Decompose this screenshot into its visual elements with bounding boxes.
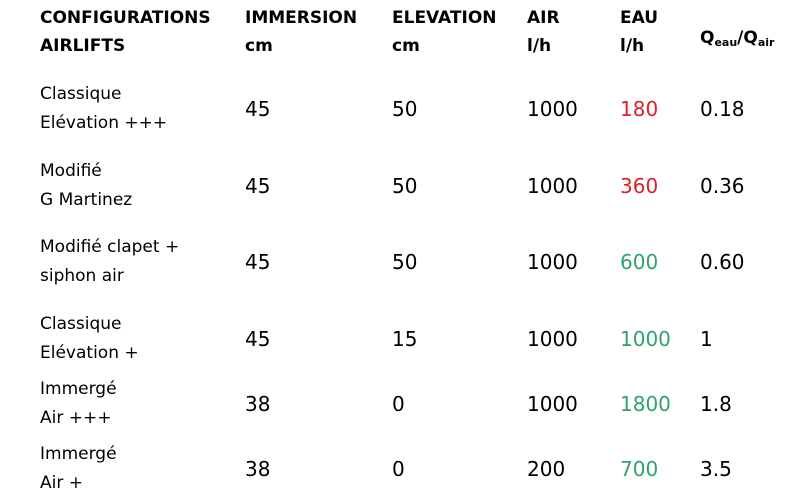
- immersion-value: 45: [245, 327, 271, 351]
- ratio-value: 3.5: [700, 457, 732, 481]
- immersion-value: 45: [245, 174, 271, 198]
- header-elevation: ELEVATION cm: [392, 4, 497, 60]
- header-configurations-line1: CONFIGURATIONS: [40, 8, 211, 28]
- config-name-line: siphon air: [40, 266, 124, 286]
- ratio-sub-eau: eau: [714, 36, 738, 49]
- config-name-line: Elévation +: [40, 343, 139, 363]
- config-name: Classique Elévation +: [40, 310, 139, 368]
- header-air: AIR l/h: [527, 4, 560, 60]
- immersion-value: 45: [245, 97, 271, 121]
- eau-value: 600: [620, 250, 659, 274]
- ratio-value: 0.18: [700, 97, 745, 121]
- air-value: 1000: [527, 392, 578, 416]
- eau-value: 360: [620, 174, 659, 198]
- config-name-line: Air +++: [40, 408, 112, 428]
- config-name: Modifié G Martinez: [40, 157, 132, 215]
- immersion-value: 38: [245, 392, 271, 416]
- ratio-value: 0.36: [700, 174, 745, 198]
- ratio-q-denominator: Q: [743, 28, 758, 48]
- immersion-value: 45: [245, 250, 271, 274]
- config-name: Classique Elévation +++: [40, 80, 167, 138]
- header-configurations: CONFIGURATIONS AIRLIFTS: [40, 4, 211, 60]
- config-name-line: Immergé: [40, 444, 117, 464]
- config-name: Modifié clapet + siphon air: [40, 233, 179, 291]
- elevation-value: 0: [392, 392, 405, 416]
- eau-value: 700: [620, 457, 659, 481]
- header-immersion-unit: cm: [245, 36, 273, 56]
- header-eau: EAU l/h: [620, 4, 658, 60]
- ratio-value: 0.60: [700, 250, 745, 274]
- eau-value: 1800: [620, 392, 671, 416]
- config-name-line: Classique: [40, 314, 122, 334]
- config-name-line: Modifié: [40, 161, 102, 181]
- header-configurations-line2: AIRLIFTS: [40, 36, 126, 56]
- config-name-line: Classique: [40, 84, 122, 104]
- header-air-line1: AIR: [527, 8, 560, 28]
- ratio-value: 1: [700, 327, 713, 351]
- ratio-sub-air: air: [757, 36, 775, 49]
- config-name-line: Modifié clapet +: [40, 237, 180, 257]
- elevation-value: 50: [392, 250, 418, 274]
- ratio-q-numerator: Q: [700, 28, 715, 48]
- config-name-line: Air +: [40, 473, 83, 493]
- config-name-line: Immergé: [40, 379, 117, 399]
- header-elevation-line1: ELEVATION: [392, 8, 497, 28]
- air-value: 1000: [527, 97, 578, 121]
- header-eau-line1: EAU: [620, 8, 659, 28]
- elevation-value: 50: [392, 97, 418, 121]
- ratio-value: 1.8: [700, 392, 732, 416]
- eau-value: 1000: [620, 327, 671, 351]
- config-name: Immergé Air +: [40, 440, 117, 498]
- config-name: Immergé Air +++: [40, 375, 117, 433]
- elevation-value: 50: [392, 174, 418, 198]
- elevation-value: 15: [392, 327, 418, 351]
- header-elevation-unit: cm: [392, 36, 420, 56]
- elevation-value: 0: [392, 457, 405, 481]
- air-value: 1000: [527, 250, 578, 274]
- config-name-line: G Martinez: [40, 190, 133, 210]
- header-ratio: Qeau/Qair: [700, 28, 774, 49]
- air-value: 200: [527, 457, 566, 481]
- header-air-unit: l/h: [527, 36, 552, 56]
- config-name-line: Elévation +++: [40, 113, 168, 133]
- air-value: 1000: [527, 174, 578, 198]
- header-eau-unit: l/h: [620, 36, 645, 56]
- header-immersion: IMMERSION cm: [245, 4, 357, 60]
- eau-value: 180: [620, 97, 659, 121]
- header-immersion-line1: IMMERSION: [245, 8, 358, 28]
- immersion-value: 38: [245, 457, 271, 481]
- air-value: 1000: [527, 327, 578, 351]
